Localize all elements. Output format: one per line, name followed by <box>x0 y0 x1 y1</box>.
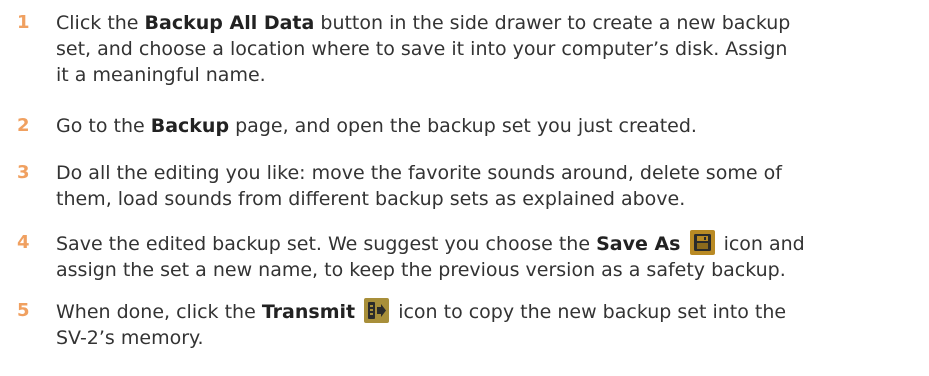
step-number: 4 <box>17 232 30 253</box>
text-run: When done, click the <box>56 301 262 323</box>
text-run: SV-2’s memory. <box>56 327 204 349</box>
save-as-icon <box>689 230 715 255</box>
step-line: Go to the Backup page, and open the back… <box>56 113 916 139</box>
ui-label-backup-all-data: Backup All Data <box>144 12 315 34</box>
step-line: it a meaningful name. <box>56 62 916 88</box>
step-number: 5 <box>17 300 30 321</box>
step-text: Save the edited backup set. We suggest y… <box>56 230 916 283</box>
step-number: 2 <box>17 115 30 136</box>
step-text: Go to the Backup page, and open the back… <box>56 113 916 139</box>
text-run: button in the side drawer to create a ne… <box>314 12 791 34</box>
step-line: SV-2’s memory. <box>56 325 916 351</box>
ui-label-backup: Backup <box>150 115 230 137</box>
transmit-icon-graphic <box>364 298 390 323</box>
text-run: Click the <box>56 12 145 34</box>
instruction-steps: 1 Click the Backup All Data button in th… <box>0 0 929 376</box>
text-run: it a meaningful name. <box>56 64 266 86</box>
text-run: page, and open the backup set you just c… <box>229 115 697 137</box>
text-run: Do all the editing you like: move the fa… <box>56 162 782 184</box>
transmit-icon <box>364 298 390 323</box>
step-text: Do all the editing you like: move the fa… <box>56 160 916 212</box>
save-as-icon-graphic <box>689 230 715 255</box>
text-run: icon and <box>717 233 805 255</box>
step-line: them, load sounds from different backup … <box>56 186 916 212</box>
step-text: When done, click the Transmit icon to co… <box>56 298 916 351</box>
text-run: set, and choose a location where to save… <box>56 38 788 60</box>
step-line: Save the edited backup set. We suggest y… <box>56 230 916 257</box>
step-line: set, and choose a location where to save… <box>56 36 916 62</box>
step-line: Click the Backup All Data button in the … <box>56 10 916 36</box>
text-run: them, load sounds from different backup … <box>56 188 686 210</box>
text-run: Go to the <box>56 115 151 137</box>
step-line: Do all the editing you like: move the fa… <box>56 160 916 186</box>
step-line: assign the set a new name, to keep the p… <box>56 257 916 283</box>
step-number: 1 <box>17 12 30 33</box>
text-run: Save the edited backup set. We suggest y… <box>56 233 597 255</box>
text-run: icon to copy the new backup set into the <box>392 301 787 323</box>
text-run: assign the set a new name, to keep the p… <box>56 259 786 281</box>
step-text: Click the Backup All Data button in the … <box>56 10 916 88</box>
step-line: When done, click the Transmit icon to co… <box>56 298 916 325</box>
step-number: 3 <box>17 162 30 183</box>
ui-label-save-as: Save As <box>596 233 681 255</box>
ui-label-transmit: Transmit <box>261 301 356 323</box>
